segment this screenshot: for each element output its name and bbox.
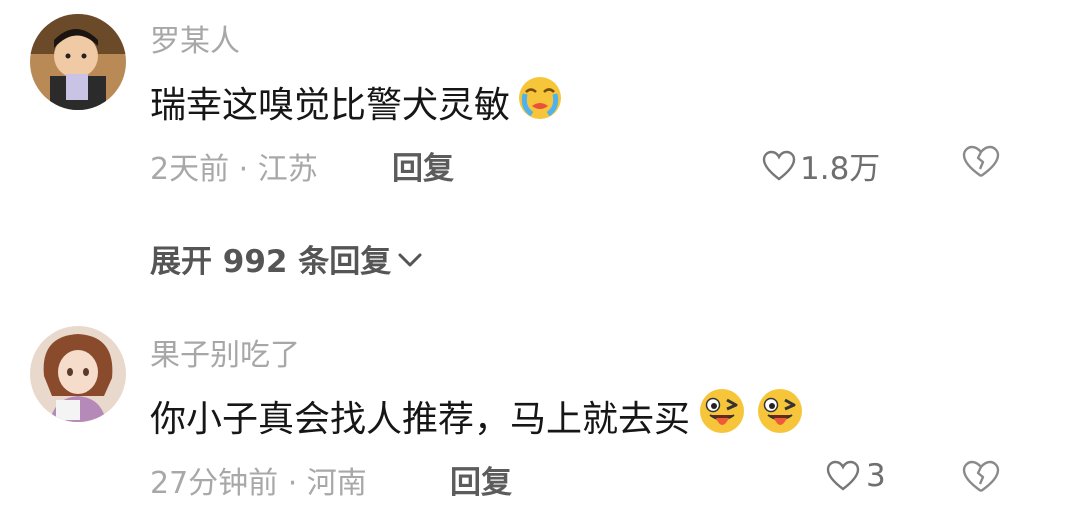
avatar[interactable] — [30, 326, 126, 422]
username[interactable]: 果子别吃了 — [150, 330, 300, 374]
like-count: 1.8万 — [800, 151, 881, 187]
heart-outline-icon — [826, 460, 860, 492]
dislike-button[interactable] — [962, 145, 1000, 183]
heart-outline-icon — [762, 150, 796, 182]
comment-text-content: 瑞幸这嗅觉比警犬灵敏 — [150, 84, 511, 126]
winking-tongue-emoji-icon — [696, 386, 748, 445]
like-count: 3 — [866, 458, 886, 494]
comment-text: 瑞幸这嗅觉比警犬灵敏 — [150, 74, 564, 129]
avatar[interactable] — [30, 14, 126, 110]
expand-replies-label: 展开 992 条回复 — [150, 244, 392, 280]
broken-heart-icon — [962, 145, 1000, 183]
chevron-down-icon — [397, 241, 423, 277]
reply-button[interactable]: 回复 — [450, 457, 512, 502]
comment-text: 你小子真会找人推荐，马上就去买 — [150, 386, 806, 445]
like-button[interactable]: 1.8万 — [762, 143, 880, 188]
winking-tongue-emoji-icon — [754, 386, 806, 445]
username[interactable]: 罗某人 — [150, 16, 240, 60]
time-location: 2天前 · 江苏 — [150, 152, 318, 187]
expand-replies-button[interactable]: 展开 992 条回复 — [150, 236, 423, 281]
time-location: 27分钟前 · 河南 — [150, 466, 367, 501]
dislike-button[interactable] — [962, 460, 1000, 498]
comment-text-content: 你小子真会找人推荐，马上就去买 — [150, 398, 691, 440]
like-button[interactable]: 3 — [826, 458, 886, 494]
crying-face-emoji-icon — [516, 74, 564, 129]
broken-heart-icon — [962, 460, 1000, 498]
reply-button[interactable]: 回复 — [392, 143, 454, 188]
